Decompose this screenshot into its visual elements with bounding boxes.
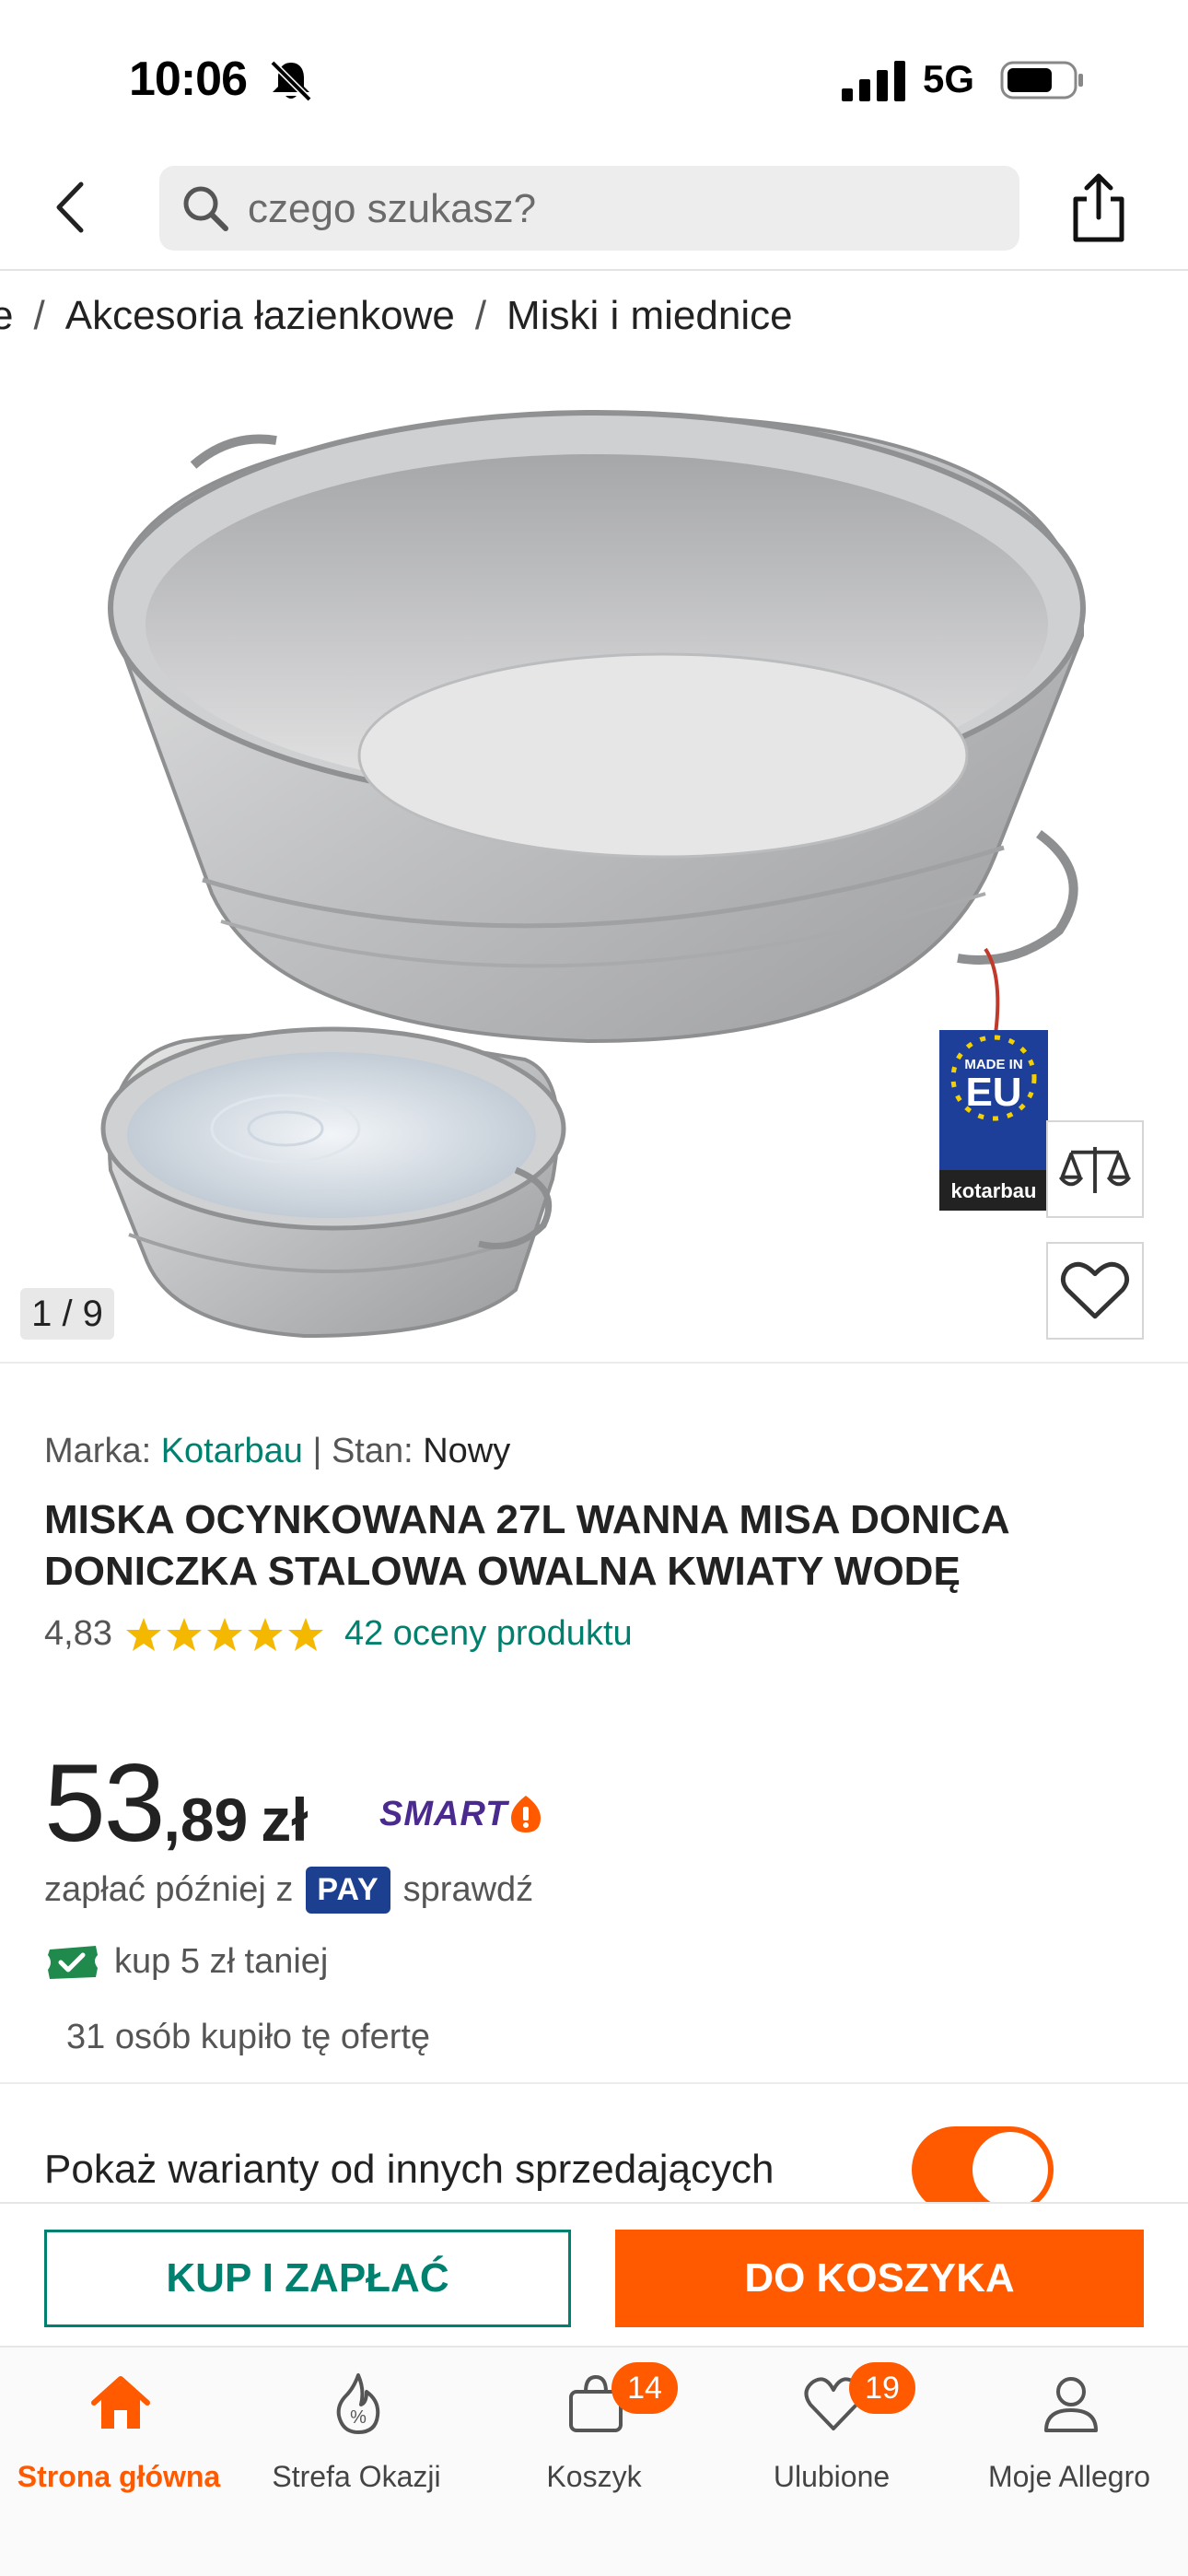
buy-now-button[interactable]: KUP I ZAPŁAĆ [44,2230,571,2327]
breadcrumb-item[interactable]: e [0,293,13,338]
product-meta: Marka: Kotarbau | Stan: Nowy [44,1432,510,1471]
tab-deals[interactable]: % Strefa Okazji [238,2371,475,2519]
scales-icon [1058,1146,1132,1193]
tab-account[interactable]: Moje Allegro [950,2371,1188,2519]
search-input[interactable]: czego szukasz? [159,166,1019,251]
smart-badge[interactable]: SMART [379,1791,542,1837]
bought-count: 31 osób kupiło tę ofertę [66,2018,431,2056]
search-placeholder: czego szukasz? [248,186,537,231]
pay-later-row[interactable]: zapłać później z PAY sprawdź [44,1867,533,1914]
star-icon [247,1617,283,1651]
info-divider [0,2082,1188,2084]
brand-link[interactable]: Kotarbau [161,1432,303,1470]
back-button[interactable] [44,175,99,240]
image-divider [0,1362,1188,1364]
tab-label: Ulubione [773,2460,891,2493]
rating-value: 4,83 [44,1614,112,1653]
star-icon [287,1617,323,1651]
bell-off-icon [270,60,312,102]
network-type: 5G [923,57,975,100]
breadcrumb: e / Akcesoria łazienkowe / Miski i miednice [0,293,793,339]
signal-icon [842,61,905,101]
favorite-button[interactable] [1046,1242,1144,1340]
tab-label: Moje Allegro [987,2460,1151,2493]
breadcrumb-item[interactable]: Miski i miednice [507,293,793,338]
price-currency: zł [261,1786,309,1854]
star-icon [206,1617,242,1651]
variants-label: Pokaż warianty od innych sprzedających [44,2147,775,2192]
status-time: 10:06 [129,53,248,106]
rating-count-link[interactable]: 42 oceny produktu [344,1614,633,1654]
coupon-row[interactable]: kup 5 zł taniej [44,1942,328,1982]
breadcrumb-separator: / [474,293,487,338]
user-icon [1044,2377,1098,2432]
compare-button[interactable] [1046,1120,1144,1218]
tab-label: Strona główna [17,2460,221,2493]
rating-stars [125,1616,328,1653]
product-image[interactable]: MADE IN EU kotarbau [0,378,1188,1354]
status-bar: 10:06 5G [0,0,1188,157]
add-to-cart-button[interactable]: DO KOSZYKA [615,2230,1144,2327]
smart-label: SMART [379,1794,508,1833]
smart-exclamation-icon [511,1796,542,1832]
meta-divider: | [312,1432,322,1470]
price: 53,89 zł [44,1739,309,1867]
star-icon [125,1617,161,1651]
pay-later-link[interactable]: sprawdź [403,1870,534,1910]
star-icon [166,1617,202,1651]
search-icon [183,186,228,231]
pay-later-text: zapłać później z [44,1870,294,1909]
share-icon[interactable] [1068,171,1129,245]
price-integer: 53 [44,1741,165,1865]
coupon-text: kup 5 zł taniej [114,1942,329,1981]
brand-label: Marka: [44,1432,152,1470]
price-decimal: ,89 [163,1786,249,1854]
condition-value: Nowy [423,1432,511,1470]
tab-cart[interactable]: 14 Koszyk [475,2362,713,2519]
rating-row[interactable]: 4,83 42 oceny produktu [44,1614,633,1654]
tab-label: Koszyk [546,2460,642,2493]
action-bar: KUP I ZAPŁAĆ DO KOSZYKA [0,2202,1188,2346]
breadcrumb-item[interactable]: Akcesoria łazienkowe [65,293,455,338]
heart-icon [1060,1261,1130,1319]
small-tub-water [127,1052,536,1218]
battery-icon [1000,61,1083,100]
flame-percent-icon: % [336,2373,380,2434]
condition-label: Stan: [331,1432,413,1470]
favorites-badge: 19 [849,2362,915,2414]
breadcrumb-separator: / [33,293,45,338]
tab-favorites[interactable]: 19 Ulubione [713,2362,950,2519]
cart-badge: 14 [611,2362,678,2414]
svg-text:%: % [350,2407,367,2428]
toggle-knob [973,2132,1048,2207]
tag-eu: EU [965,1070,1021,1115]
product-title: MISKA OCYNKOWANA 27L WANNA MISA DONICA D… [44,1497,1009,1594]
tab-bar: Strona główna % Strefa Okazji 14 Koszyk … [0,2346,1188,2576]
image-counter: 1 / 9 [20,1288,114,1340]
nav-divider [0,269,1188,271]
tab-home[interactable]: Strona główna [0,2371,238,2519]
coupon-icon [48,1945,98,1979]
tab-label: Strefa Okazji [272,2460,441,2493]
variants-toggle[interactable] [912,2126,1054,2213]
tag-brand: kotarbau [951,1179,1037,1202]
home-icon [91,2376,150,2429]
pay-badge: PAY [306,1867,390,1914]
